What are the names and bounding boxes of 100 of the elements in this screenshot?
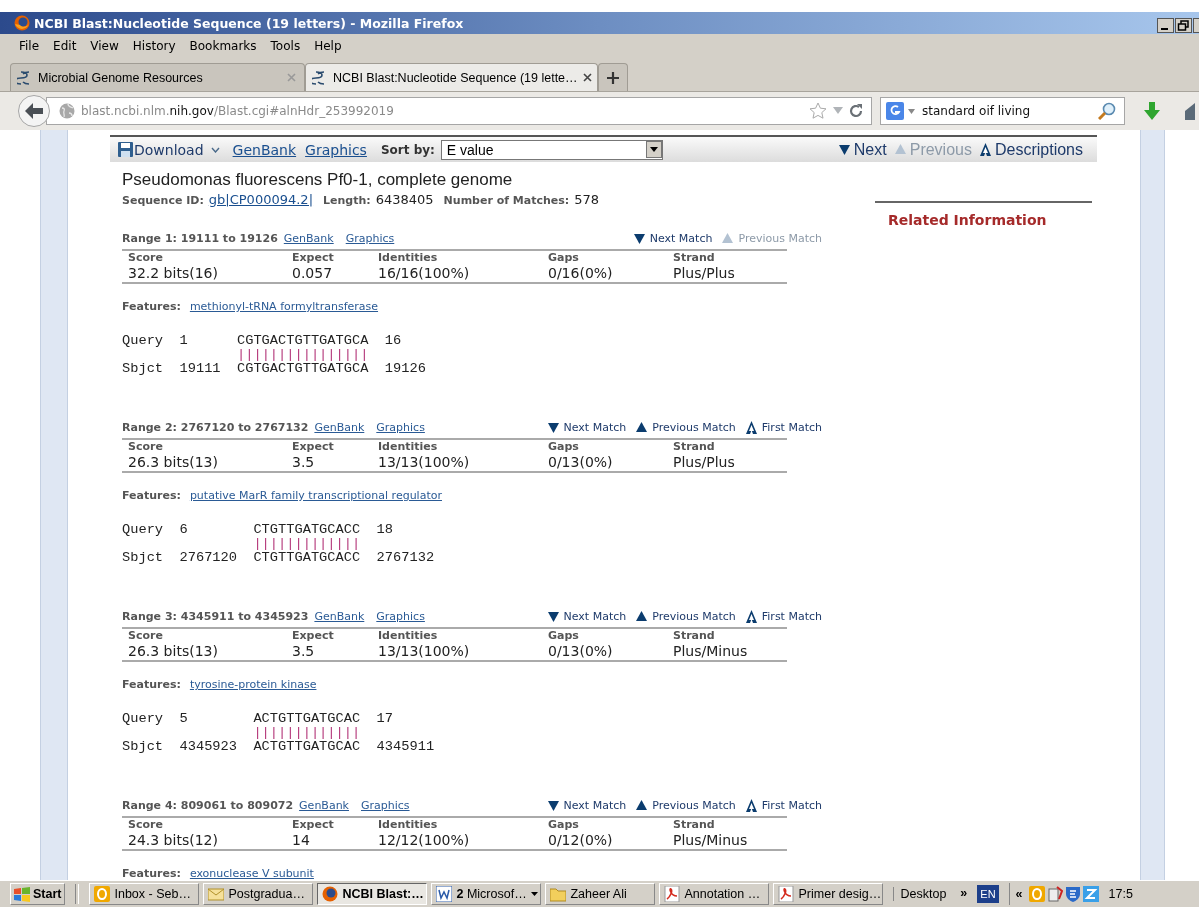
feature-link[interactable]: methionyl-tRNA formyltransferase xyxy=(189,300,379,314)
sort-dropdown[interactable]: E value xyxy=(440,139,663,160)
taskbar-item[interactable]: Zaheer Ali xyxy=(545,883,656,905)
sequence-text: CGTGACTGTTGATGCA xyxy=(236,334,369,348)
column-header: Expect xyxy=(292,251,335,264)
menu-item[interactable]: Edit xyxy=(46,37,84,55)
match-nav-link[interactable]: Previous Match xyxy=(636,609,736,623)
firefox-icon xyxy=(14,15,30,31)
match-nav-link[interactable]: Previous Match xyxy=(636,798,736,812)
download-menu[interactable]: Download xyxy=(118,141,220,158)
column-header: Strand xyxy=(673,818,716,831)
column-header: Expect xyxy=(292,818,335,831)
position-number: 2767132 xyxy=(376,551,435,565)
column-header: Score xyxy=(128,629,164,642)
table-cell-text: 13/13(100%) xyxy=(378,642,471,660)
link[interactable]: Graphics xyxy=(361,798,410,812)
sequence-label: Sbjct xyxy=(122,740,165,754)
taskbar-item[interactable]: Inbox - Seb… xyxy=(89,883,200,905)
position-number: 19126 xyxy=(384,362,426,376)
menu-item[interactable]: View xyxy=(83,37,126,55)
dropdown-icon xyxy=(908,108,915,114)
new-tab-button[interactable] xyxy=(598,63,628,91)
column-header: Gaps xyxy=(548,818,580,831)
menu-item[interactable]: History xyxy=(125,37,183,55)
link[interactable]: Graphics xyxy=(376,609,425,623)
table-cell-text: 3.5 xyxy=(292,642,316,660)
position-number: 17 xyxy=(376,712,394,726)
menu-item[interactable]: Tools xyxy=(263,37,308,55)
window-title: NCBI Blast:Nucleotide Sequence (19 letters) - Mozilla Firefox xyxy=(34,15,464,31)
nav-link[interactable]: Next xyxy=(838,140,887,159)
down-triangle-icon xyxy=(633,232,645,244)
up-triangle-icon xyxy=(636,610,648,622)
search-field[interactable]: standard oif living xyxy=(880,97,1125,125)
language-indicator[interactable]: EN xyxy=(977,885,999,903)
browser-tab[interactable]: NCBI Blast:Nucleotide Sequence (19 lette… xyxy=(305,63,598,91)
down-triangle-icon xyxy=(547,610,559,622)
taskbar-item[interactable]: 2 Microsof… xyxy=(431,883,542,905)
sequence-label: Sbjct xyxy=(122,551,165,565)
match-bars: ||||||||||||| xyxy=(253,537,361,551)
show-hidden-icons-button[interactable]: « xyxy=(1015,887,1023,901)
nav-link[interactable]: Descriptions xyxy=(979,140,1083,159)
match-nav-link[interactable]: Previous Match xyxy=(636,420,736,434)
clock: 17:5 xyxy=(1108,887,1133,901)
link[interactable]: Graphics xyxy=(345,231,395,245)
sequence-label: Query xyxy=(122,712,165,726)
position-number: 1 xyxy=(179,334,189,348)
link[interactable]: GenBank xyxy=(232,141,297,158)
link[interactable]: GenBank xyxy=(314,420,365,434)
feature-link[interactable]: tyrosine-protein kinase xyxy=(189,678,317,692)
sequence-id-link[interactable]: gb|CP000094.2| xyxy=(208,192,314,207)
down-triangle-icon xyxy=(838,144,850,155)
position-number: 6 xyxy=(179,523,189,537)
sequence-label: Sbjct xyxy=(122,362,165,376)
taskbar-item[interactable]: NCBI Blast:… xyxy=(317,883,428,905)
address-field[interactable]: blast.ncbi.nlm.nih.gov/Blast.cgi#alnHdr_253992019 xyxy=(46,97,872,125)
position-number: 18 xyxy=(376,523,394,537)
field-label: Length: xyxy=(323,193,371,208)
taskbar-item[interactable]: Primer desig… xyxy=(773,883,884,905)
caret-icon xyxy=(210,146,220,153)
menu-item[interactable]: File xyxy=(12,37,47,55)
desktop-toolbar-label: Desktop xyxy=(900,887,947,901)
url-text: blast.ncbi.nlm.nih.gov/Blast.cgi#alnHdr_253992019 xyxy=(81,104,394,118)
length-value: 6438405 xyxy=(375,192,434,207)
feature-link[interactable]: exonuclease V subunit xyxy=(189,867,314,880)
table-cell-text: 14 xyxy=(292,831,311,849)
table-cell-text: 0/16(0%) xyxy=(548,264,614,282)
bookmark-star-icon xyxy=(809,102,827,120)
down-triangle-icon xyxy=(547,799,559,811)
browser-tab[interactable]: Microbial Genome Resources xyxy=(10,63,305,91)
link[interactable]: GenBank xyxy=(283,231,334,245)
link[interactable]: GenBank xyxy=(314,609,365,623)
match-nav-link[interactable]: Next Match xyxy=(633,231,713,245)
table-cell-text: 0/12(0%) xyxy=(548,831,614,849)
match-nav-link[interactable]: First Match xyxy=(745,609,822,623)
menu-item[interactable]: Help xyxy=(307,37,349,55)
match-nav-link[interactable]: Next Match xyxy=(547,420,627,434)
taskbar-item[interactable]: Annotation … xyxy=(659,883,770,905)
link[interactable]: GenBank xyxy=(299,798,349,812)
start-button[interactable]: Start xyxy=(10,883,66,905)
chevron-button[interactable]: » xyxy=(960,887,968,899)
range-title: Range 3: 4345911 to 4345923 xyxy=(122,609,309,623)
column-header: Gaps xyxy=(548,629,580,642)
sequence-label: Query xyxy=(122,334,165,348)
taskbar-item[interactable]: Postgradua… xyxy=(203,883,314,905)
sequence-label: Query xyxy=(122,523,165,537)
z-app-icon xyxy=(1082,886,1099,902)
shield-icon xyxy=(1064,886,1081,902)
match-nav-link[interactable]: Next Match xyxy=(547,798,627,812)
table-cell-text: 16/16(100%) xyxy=(378,264,471,282)
match-bars: |||||||||||||||| xyxy=(237,348,369,362)
link[interactable]: Graphics xyxy=(376,420,425,434)
match-nav-link[interactable]: First Match xyxy=(745,420,822,434)
link[interactable]: Graphics xyxy=(305,141,367,158)
match-nav-link[interactable]: First Match xyxy=(745,798,822,812)
double-up-arrow-icon xyxy=(745,798,757,812)
feature-link[interactable]: putative MarR family transcriptional regulator xyxy=(189,489,442,503)
menu-item[interactable]: Bookmarks xyxy=(182,37,264,55)
back-button[interactable] xyxy=(18,95,50,127)
match-nav-link[interactable]: Next Match xyxy=(547,609,627,623)
table-cell-text: Plus/Minus xyxy=(673,642,749,660)
